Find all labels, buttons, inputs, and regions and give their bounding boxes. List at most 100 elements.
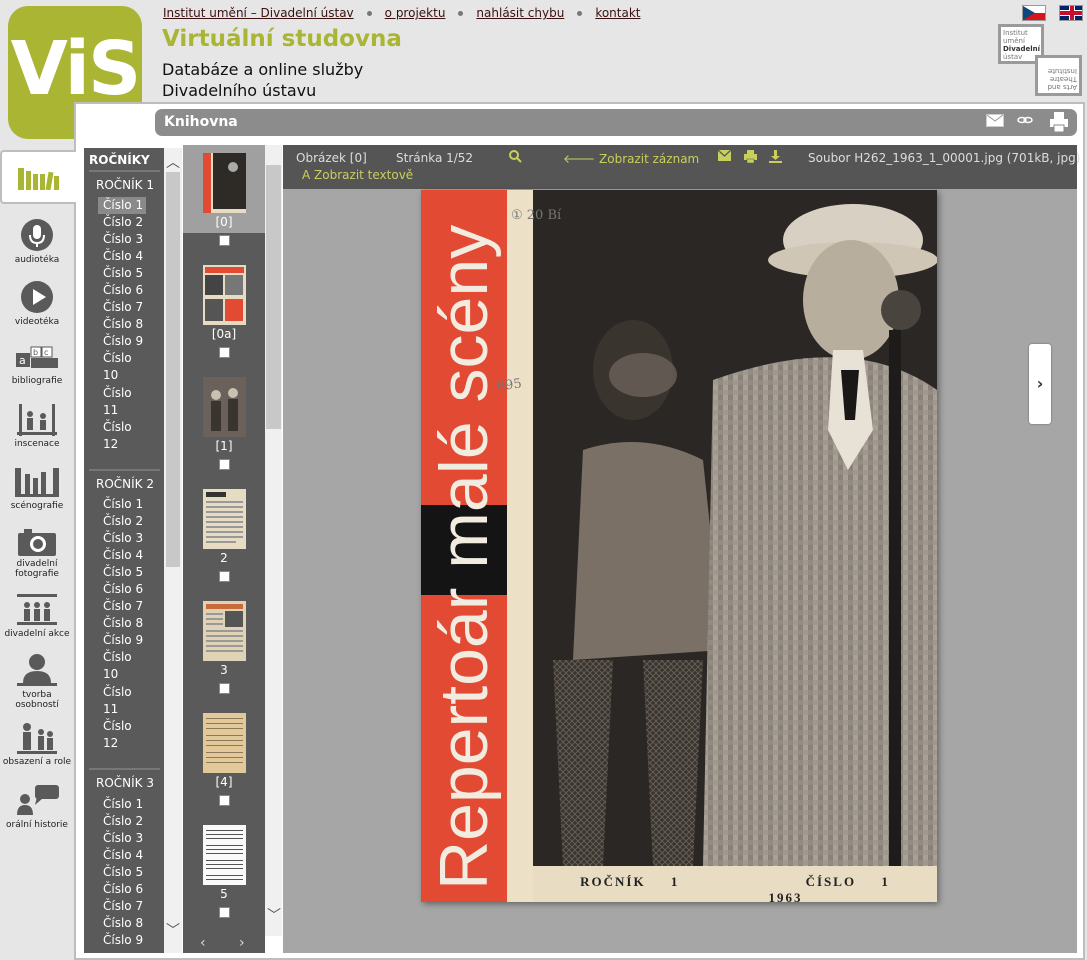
scroll-down-icon[interactable]: ﹀ [265, 905, 283, 925]
thumbnail-image [203, 153, 246, 213]
nav-inscenace[interactable]: inscenace [0, 404, 74, 449]
issue-item[interactable]: Číslo 9 [98, 333, 146, 350]
issue-item[interactable]: Číslo 3 [98, 830, 146, 847]
thumbnail-label: 5 [220, 887, 228, 901]
thumbnail-item[interactable]: 3 [183, 593, 265, 694]
scroll-down-icon[interactable]: ﹀ [164, 920, 182, 940]
link-icon[interactable] [1017, 114, 1033, 130]
issue-item[interactable]: Číslo 11 [98, 684, 146, 718]
issue-item[interactable]: Číslo 7 [98, 299, 146, 316]
thumbnail-item[interactable]: [0a] [183, 257, 265, 358]
issue-item[interactable]: Číslo 12 [98, 718, 146, 752]
next-page-button[interactable]: › [1029, 344, 1051, 424]
nav-scenografie[interactable]: scénografie [0, 466, 74, 511]
nav-tvorba-osobnosti[interactable]: tvorba osobností [0, 653, 74, 710]
nav-audioteka[interactable]: audiotéka [0, 218, 74, 265]
thumbnail-item[interactable]: [4] [183, 705, 265, 806]
volumes-scrollbar[interactable]: ︿ ﹀ [164, 148, 182, 953]
thumbnail-checkbox[interactable] [219, 347, 230, 358]
separator-dot [458, 11, 464, 16]
issue-item[interactable]: Číslo 7 [98, 598, 146, 615]
site-title[interactable]: Virtuální studovna [162, 26, 402, 52]
show-text-button[interactable]: A Zobrazit textově [302, 168, 413, 182]
scrollbar-thumb[interactable] [266, 165, 281, 429]
issue-item[interactable]: Číslo 8 [98, 915, 146, 932]
thumbnail-item[interactable]: [0] [183, 145, 265, 246]
show-record-button[interactable]: 🡐 Zobrazit záznam [563, 151, 699, 166]
idu-logo[interactable]: Institut umění Divadelní ústav Arts and … [998, 24, 1082, 96]
nav-label: obsazení a role [2, 757, 72, 767]
link-nahlasit-chybu[interactable]: nahlásit chybu [476, 6, 564, 20]
nav-divadelni-akce[interactable]: divadelní akce [0, 594, 74, 639]
nav-videoteka[interactable]: videotéka [0, 280, 74, 327]
chevron-right-icon[interactable]: › [239, 935, 245, 951]
issue-item[interactable]: Číslo 1 [98, 796, 146, 813]
nav-library[interactable] [0, 150, 76, 204]
thumbnail-item[interactable]: 2 [183, 481, 265, 582]
cover-title: Repertoár malé scény [426, 224, 502, 890]
link-kontakt[interactable]: kontakt [595, 6, 640, 20]
volume-title[interactable]: ROČNÍK 3 [89, 768, 160, 792]
chevron-left-icon[interactable]: ‹ [200, 935, 206, 951]
thumbnail-checkbox[interactable] [219, 907, 230, 918]
issue-item[interactable]: Číslo 9 [98, 632, 146, 649]
issue-item[interactable]: Číslo 6 [98, 282, 146, 299]
issue-item[interactable]: Číslo 4 [98, 847, 146, 864]
search-icon[interactable] [509, 150, 522, 166]
thumbnail-checkbox[interactable] [219, 235, 230, 246]
nav-divadelni-fotografie[interactable]: divadelní fotografie [0, 528, 74, 579]
issue-item[interactable]: Číslo 4 [98, 547, 146, 564]
volume-title[interactable]: ROČNÍK 1 [89, 170, 160, 194]
issue-item[interactable]: Číslo 11 [98, 385, 146, 419]
issue-item[interactable]: Číslo 1 [98, 197, 146, 214]
thumbnail-checkbox[interactable] [219, 795, 230, 806]
thumbnail-checkbox[interactable] [219, 683, 230, 694]
email-icon[interactable] [986, 114, 1004, 131]
cover-photo [533, 190, 937, 866]
issue-item[interactable]: Číslo 2 [98, 214, 146, 231]
issue-item[interactable]: Číslo 4 [98, 248, 146, 265]
issue-item[interactable]: Číslo 12 [98, 419, 146, 453]
scroll-up-icon[interactable]: ︿ [164, 152, 182, 172]
issue-item[interactable]: Číslo 9 [98, 932, 146, 949]
nav-bibliografie[interactable]: abc bibliografie [0, 345, 74, 386]
idu-logo-line: Divadelní [1003, 45, 1041, 53]
english-flag-icon[interactable] [1059, 5, 1083, 21]
scrollbar-thumb[interactable] [166, 172, 180, 567]
cast-icon [17, 723, 57, 754]
thumbnail-item[interactable]: 5 [183, 817, 265, 918]
issue-item[interactable]: Číslo 2 [98, 813, 146, 830]
thumbnails-scrollbar[interactable]: ﹀ [265, 145, 282, 936]
issue-item[interactable]: Číslo 5 [98, 265, 146, 282]
thumbnail-checkbox[interactable] [219, 571, 230, 582]
issue-item[interactable]: Číslo 8 [98, 615, 146, 632]
thumbnail-image [203, 265, 246, 325]
issue-item[interactable]: Číslo 3 [98, 231, 146, 248]
issue-item[interactable]: Číslo 8 [98, 316, 146, 333]
thumbnail-checkbox[interactable] [219, 459, 230, 470]
issue-item[interactable]: Číslo 6 [98, 581, 146, 598]
volume-title[interactable]: ROČNÍK 2 [89, 469, 160, 493]
issue-item[interactable]: Číslo 6 [98, 881, 146, 898]
issue-item[interactable]: Číslo 5 [98, 564, 146, 581]
czech-flag-icon[interactable] [1022, 5, 1046, 21]
issue-item[interactable]: Číslo 1 [98, 496, 146, 513]
link-o-projektu[interactable]: o projektu [385, 6, 446, 20]
issue-item[interactable]: Číslo 7 [98, 898, 146, 915]
download-icon[interactable] [769, 150, 782, 166]
print-icon[interactable] [1050, 112, 1068, 136]
issue-item[interactable]: Číslo 10 [98, 649, 146, 683]
issue-item[interactable]: Číslo 2 [98, 513, 146, 530]
issue-item[interactable]: Číslo 5 [98, 864, 146, 881]
idu-logo-line: Arts and [1047, 83, 1077, 91]
nav-obsazeni-a-role[interactable]: obsazení a role [0, 722, 74, 767]
camera-icon [18, 529, 56, 556]
issue-item[interactable]: Číslo 10 [98, 350, 146, 384]
email-icon[interactable] [717, 149, 732, 164]
thumbnail-item[interactable]: [1] [183, 369, 265, 470]
link-institut[interactable]: Institut umění – Divadelní ústav [163, 6, 354, 20]
issue-item[interactable]: Číslo 3 [98, 530, 146, 547]
nav-label: divadelní fotografie [15, 559, 59, 579]
print-icon[interactable] [744, 150, 757, 166]
nav-oralni-historie[interactable]: orální historie [0, 785, 74, 830]
